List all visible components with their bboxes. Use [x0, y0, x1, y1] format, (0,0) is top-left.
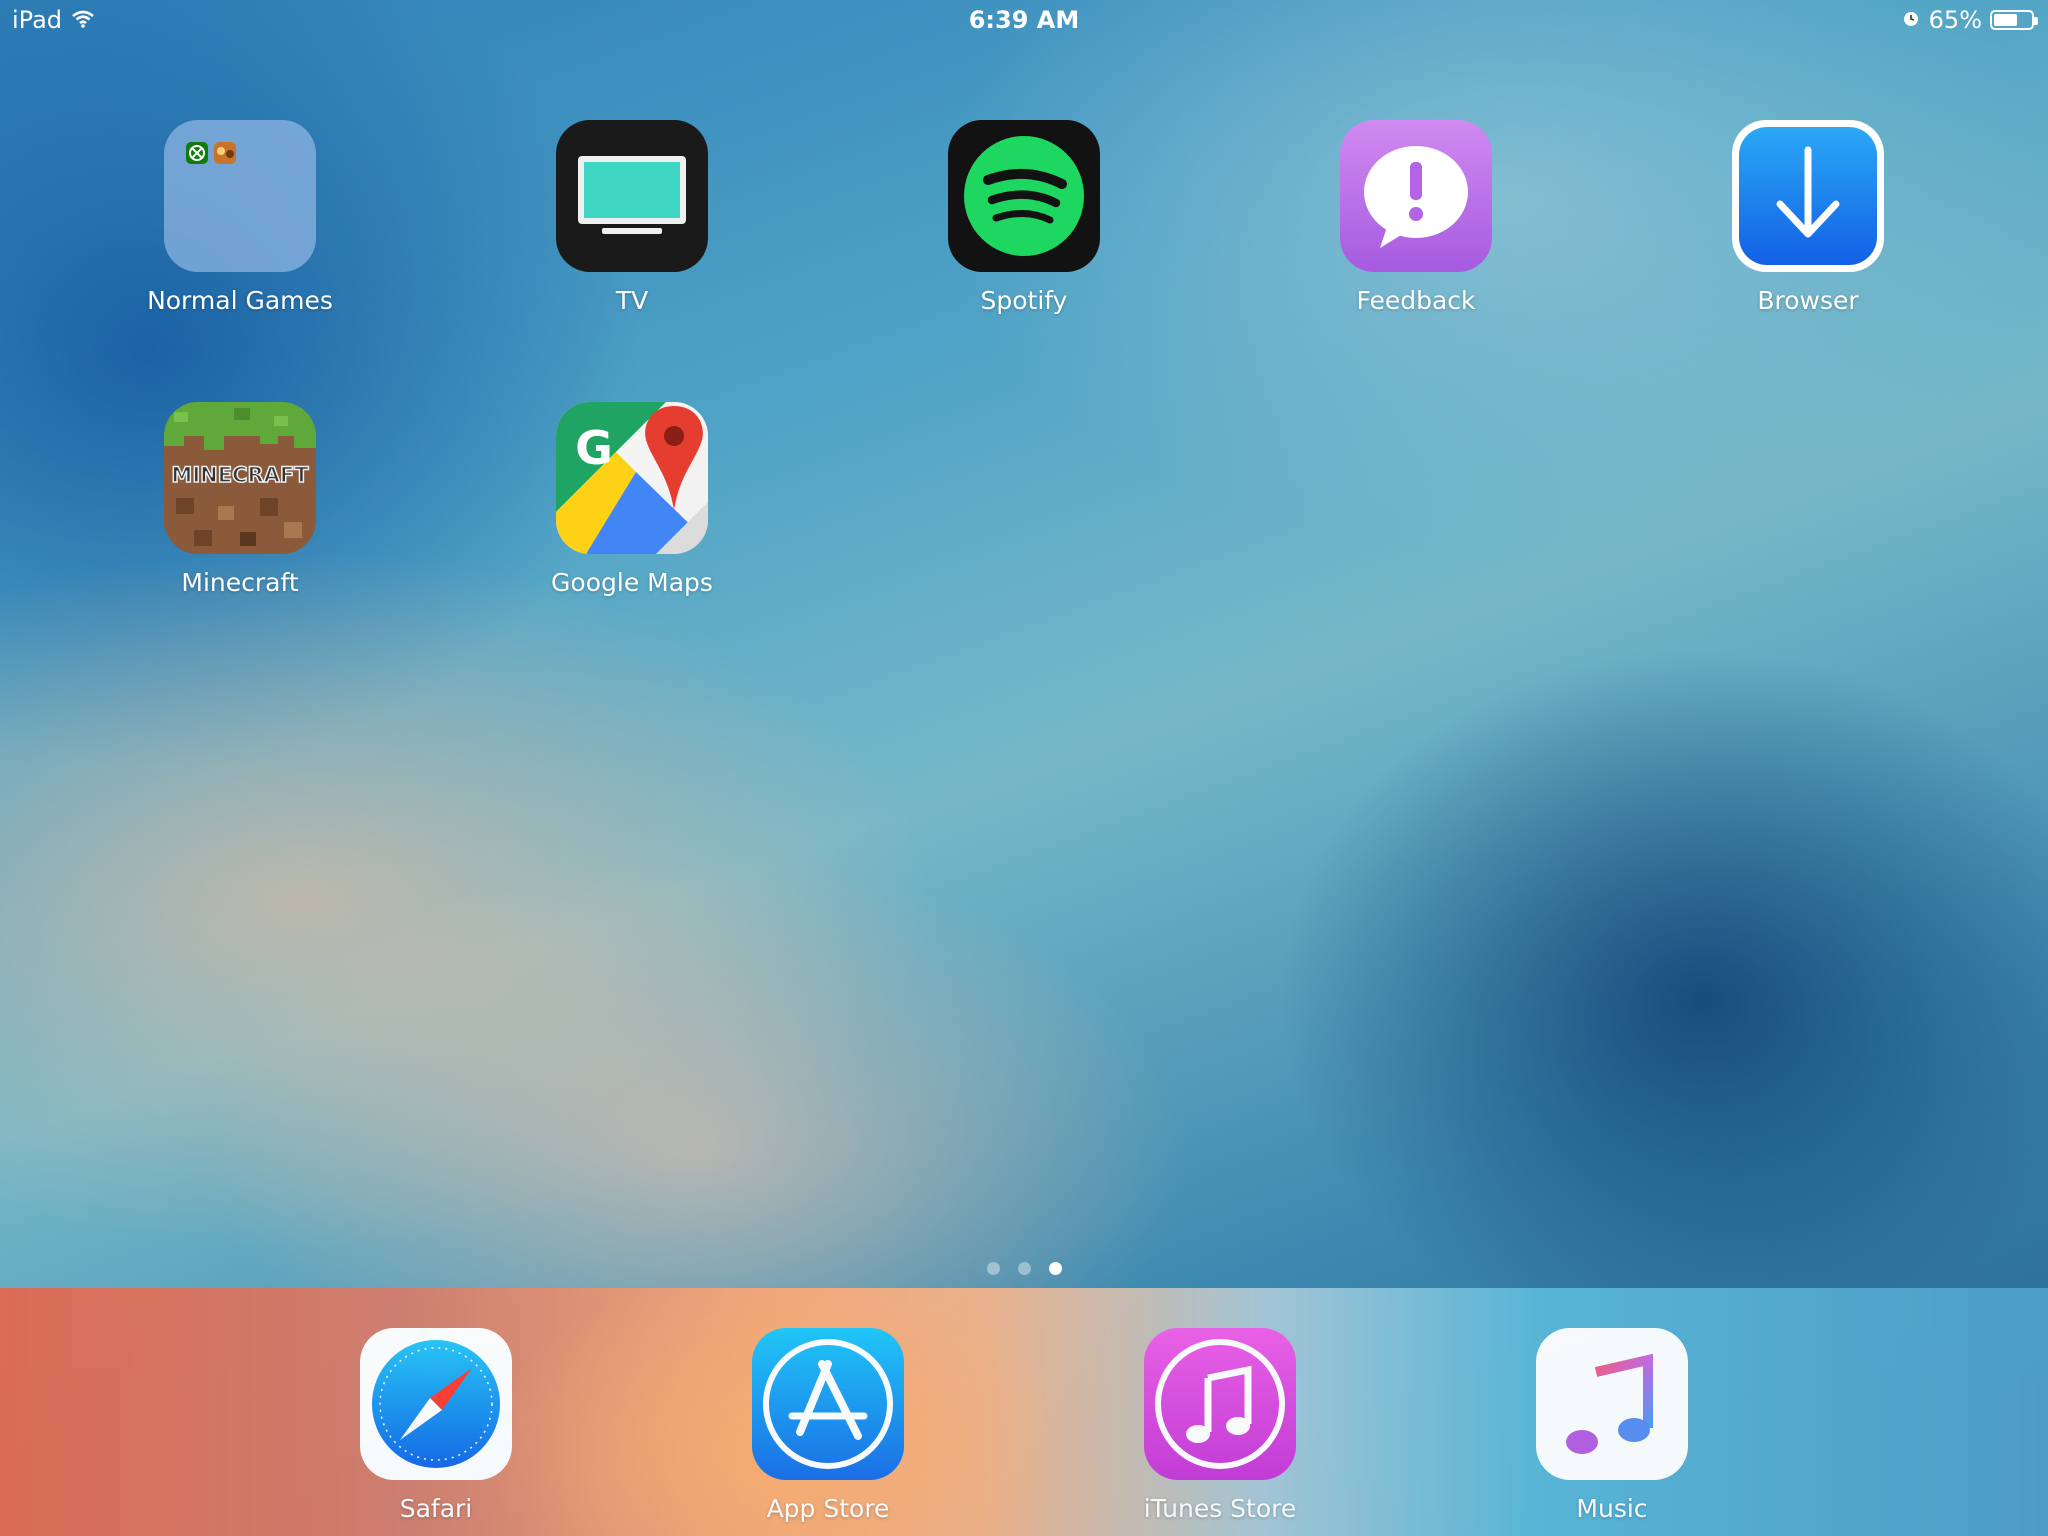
battery-level-fill — [1994, 14, 2017, 26]
dock-app-safari[interactable]: Safari — [306, 1328, 566, 1523]
minecraft-logo-text: MINECRAFT — [171, 463, 309, 487]
app-label: App Store — [766, 1494, 890, 1523]
dock-app-itunes-store[interactable]: iTunes Store — [1090, 1328, 1350, 1523]
app-minecraft[interactable]: MINECRAFT Minecraft — [110, 402, 370, 597]
app-google-maps[interactable]: G Google Maps — [502, 402, 762, 597]
dock-app-music[interactable]: Music — [1482, 1328, 1742, 1523]
alarm-icon — [1901, 6, 1921, 34]
app-label: Spotify — [980, 286, 1068, 315]
status-time: 6:39 AM — [968, 6, 1080, 34]
app-normal-games-folder[interactable]: Normal Games — [110, 120, 370, 315]
app-label: Minecraft — [181, 568, 299, 597]
itunes-note-icon — [1144, 1328, 1296, 1480]
app-label: Browser — [1757, 286, 1859, 315]
spotify-icon — [948, 120, 1100, 272]
safari-compass-icon — [360, 1328, 512, 1480]
google-maps-icon: G — [556, 402, 708, 554]
google-maps-letter: G — [575, 421, 613, 475]
minecraft-icon: MINECRAFT — [164, 402, 316, 554]
app-label: Safari — [399, 1494, 473, 1523]
folder-icon — [164, 120, 316, 272]
battery-tip — [2034, 17, 2038, 25]
download-arrow-icon — [1732, 120, 1884, 272]
app-tv[interactable]: TV — [502, 120, 762, 315]
status-right: 65% — [1901, 6, 2038, 34]
tv-icon — [556, 120, 708, 272]
app-label: Music — [1576, 1494, 1648, 1523]
app-label: Google Maps — [551, 568, 713, 597]
page-dot-current[interactable] — [1048, 1262, 1062, 1275]
app-label: TV — [615, 286, 649, 315]
battery-icon — [1990, 10, 2038, 30]
page-dot[interactable] — [1017, 1262, 1031, 1275]
feedback-icon — [1340, 120, 1492, 272]
app-label: Normal Games — [147, 286, 333, 315]
app-label: iTunes Store — [1143, 1494, 1297, 1523]
music-note-icon — [1536, 1328, 1688, 1480]
dock: Safari App Store iTunes Store Music — [0, 1288, 2048, 1536]
app-label: Feedback — [1356, 286, 1476, 315]
page-dot[interactable] — [986, 1262, 1000, 1275]
app-store-icon — [752, 1328, 904, 1480]
dock-app-app-store[interactable]: App Store — [698, 1328, 958, 1523]
battery-percent: 65% — [1928, 6, 1982, 34]
app-browser[interactable]: Browser — [1678, 120, 1938, 315]
app-feedback[interactable]: Feedback — [1286, 120, 1546, 315]
app-spotify[interactable]: Spotify — [894, 120, 1154, 315]
page-indicator[interactable] — [0, 1262, 2048, 1275]
status-bar: iPad 6:39 AM 65% — [0, 0, 2048, 40]
